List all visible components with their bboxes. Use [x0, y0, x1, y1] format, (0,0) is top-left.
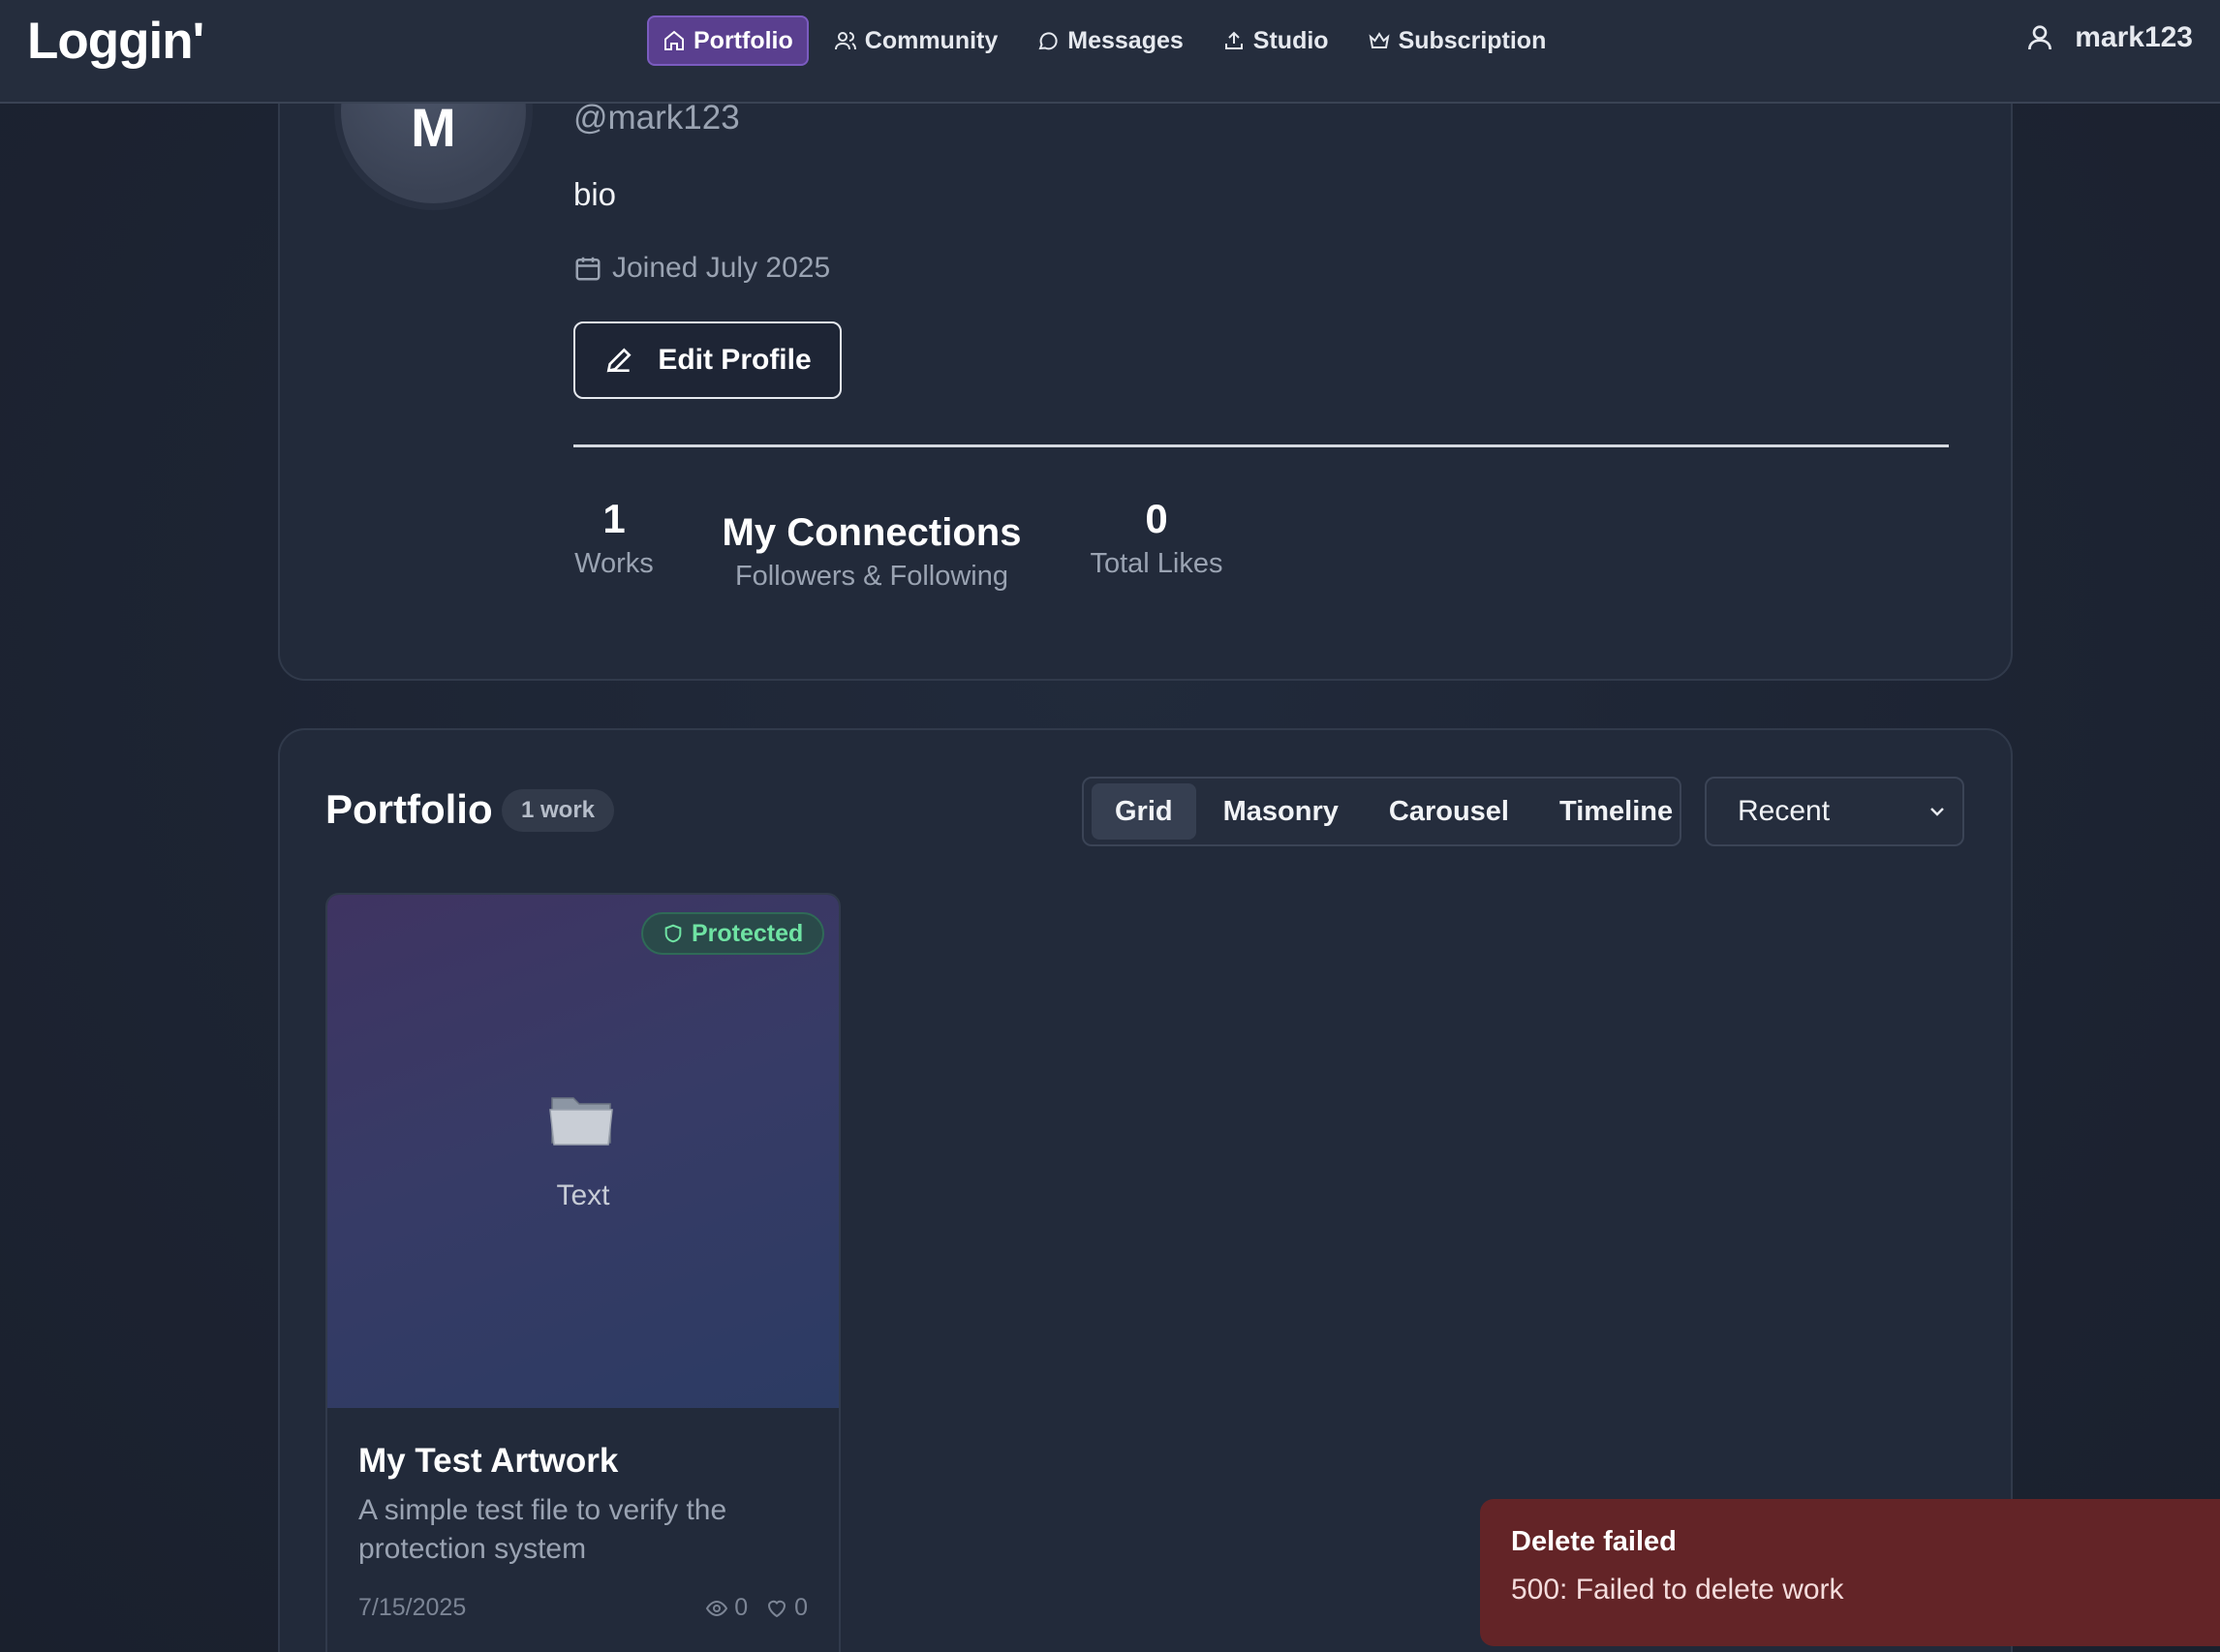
shield-icon	[664, 924, 682, 943]
work-type-label: Text	[556, 1179, 610, 1211]
nav-item-label: Messages	[1067, 26, 1184, 54]
stat-works-label: Works	[574, 548, 654, 579]
work-views-count: 0	[734, 1594, 749, 1621]
work-title[interactable]: My Test Artwork	[358, 1442, 618, 1481]
profile-bio: bio	[573, 176, 617, 212]
work-count-badge: 1 work	[502, 789, 615, 832]
work-views: 0	[705, 1594, 748, 1622]
nav-item-portfolio[interactable]: Portfolio	[647, 15, 809, 66]
work-likes-count: 0	[794, 1594, 808, 1621]
nav-item-label: Studio	[1252, 26, 1329, 54]
sort-select-value: Recent	[1738, 795, 1831, 827]
nav-item-label: Community	[864, 26, 999, 54]
profile-divider	[573, 444, 1949, 447]
stat-connections[interactable]: My Connections Followers & Following	[707, 511, 1036, 593]
folder-icon	[549, 1097, 613, 1146]
top-navbar: Loggin' Portfolio Community Messages Stu…	[0, 0, 2220, 104]
stat-connections-label: Followers & Following	[734, 561, 1009, 592]
stat-connections-title: My Connections	[722, 511, 1022, 554]
work-likes[interactable]: 0	[765, 1594, 808, 1622]
home-icon	[664, 30, 684, 50]
stat-works-value: 1	[602, 496, 626, 541]
username: mark123	[2075, 21, 2193, 53]
work-date: 7/15/2025	[358, 1594, 467, 1621]
message-icon	[1038, 32, 1058, 50]
work-description: A simple test file to verify the protect…	[358, 1494, 727, 1565]
stat-likes: 0 Total Likes	[1085, 496, 1228, 580]
view-grid-button[interactable]: Grid	[1092, 783, 1196, 840]
nav-item-label: Subscription	[1398, 26, 1547, 54]
edit-profile-button[interactable]: Edit Profile	[573, 321, 842, 399]
view-carousel-button[interactable]: Carousel	[1366, 783, 1532, 840]
stat-likes-value: 0	[1145, 496, 1168, 541]
nav-item-studio[interactable]: Studio	[1209, 15, 1342, 66]
stat-likes-label: Total Likes	[1090, 548, 1223, 579]
nav-item-subscription[interactable]: Subscription	[1354, 15, 1560, 66]
protected-badge-label: Protected	[692, 919, 804, 947]
edit-profile-label: Edit Profile	[658, 344, 812, 376]
profile-handle: @mark123	[573, 99, 740, 137]
pencil-icon	[606, 348, 632, 373]
toast-title: Delete failed	[1511, 1526, 1677, 1557]
heart-icon	[768, 1600, 786, 1617]
work-stats: 0 0	[705, 1594, 808, 1622]
stat-works: 1 Works	[573, 496, 655, 580]
user-icon	[2028, 25, 2052, 50]
view-masonry-button[interactable]: Masonry	[1200, 783, 1362, 840]
users-icon	[834, 32, 856, 50]
calendar-icon	[575, 257, 601, 281]
work-thumbnail[interactable]: Protected Text	[327, 895, 839, 1408]
eye-icon	[706, 1600, 728, 1616]
joined-date-text: Joined July 2025	[612, 252, 831, 284]
view-timeline-button[interactable]: Timeline	[1536, 783, 1696, 840]
error-toast[interactable]: Delete failed 500: Failed to delete work	[1480, 1499, 2220, 1646]
joined-date: Joined July 2025	[573, 252, 830, 285]
toast-message: 500: Failed to delete work	[1511, 1574, 1844, 1606]
protected-badge: Protected	[641, 912, 825, 955]
upload-icon	[1224, 31, 1243, 49]
chevron-down-icon	[1930, 808, 1944, 816]
sort-select[interactable]: Recent	[1705, 777, 1964, 846]
app-logo[interactable]: Loggin'	[27, 12, 204, 71]
nav-item-messages[interactable]: Messages	[1023, 15, 1197, 66]
user-menu[interactable]: mark123	[2024, 21, 2193, 54]
view-mode-toggle: Grid Masonry Carousel Timeline	[1082, 777, 1681, 846]
nav-item-label: Portfolio	[694, 26, 793, 54]
nav-item-community[interactable]: Community	[820, 15, 1012, 66]
crown-icon	[1369, 32, 1390, 48]
work-card[interactable]: Protected Text My Test Artwork A simple …	[325, 893, 841, 1652]
portfolio-title: Portfolio	[325, 786, 493, 832]
nav-menu: Portfolio Community Messages Studio Subs…	[647, 15, 1559, 66]
avatar-initial: M	[411, 97, 456, 158]
